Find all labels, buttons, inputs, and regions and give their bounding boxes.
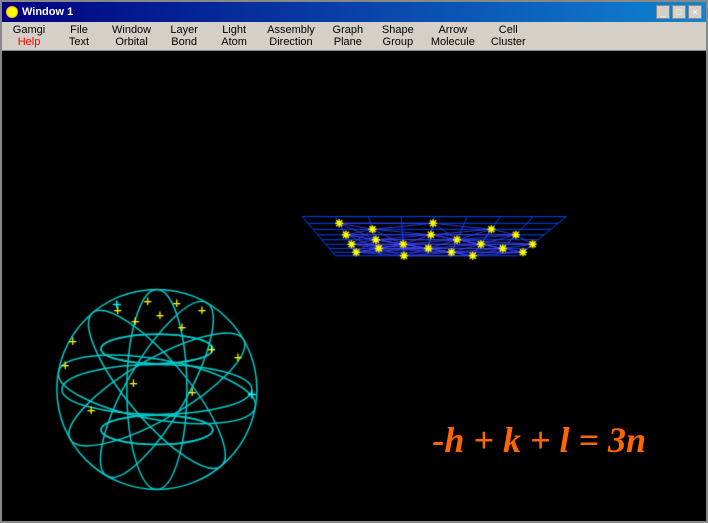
minimize-button[interactable]: _ xyxy=(656,5,670,19)
menu-top-assembly[interactable]: Assembly xyxy=(265,24,317,36)
maximize-button[interactable]: □ xyxy=(672,5,686,19)
close-button[interactable]: × xyxy=(688,5,702,19)
menu-bot-direction[interactable]: Direction xyxy=(267,36,314,48)
menu-top-graph[interactable]: Graph xyxy=(331,24,366,36)
window: Window 1 _ □ × GamgiHelpFileTextWindowOr… xyxy=(0,0,708,523)
window-icon xyxy=(6,6,18,18)
menu-col-3: LayerBond xyxy=(159,23,209,49)
main-content: -h + k + l = 3n xyxy=(2,51,706,521)
menu-bot-bond[interactable]: Bond xyxy=(169,36,199,48)
menu-bar: GamgiHelpFileTextWindowOrbitalLayerBondL… xyxy=(2,22,706,51)
menu-top-window[interactable]: Window xyxy=(110,24,153,36)
title-buttons: _ □ × xyxy=(656,5,702,19)
menu-col-7: ShapeGroup xyxy=(373,23,423,49)
menu-col-5: AssemblyDirection xyxy=(259,23,323,49)
formula-display: -h + k + l = 3n xyxy=(432,419,646,461)
menu-col-6: GraphPlane xyxy=(323,23,373,49)
menu-bot-help[interactable]: Help xyxy=(16,36,43,48)
menu-col-0: GamgiHelp xyxy=(4,23,54,49)
menu-col-8: ArrowMolecule xyxy=(423,23,483,49)
menu-col-1: FileText xyxy=(54,23,104,49)
menu-top-light[interactable]: Light xyxy=(220,24,248,36)
title-bar: Window 1 _ □ × xyxy=(2,2,706,22)
menu-top-arrow[interactable]: Arrow xyxy=(436,24,469,36)
menu-top-layer[interactable]: Layer xyxy=(168,24,200,36)
menu-col-9: CellCluster xyxy=(483,23,534,49)
menu-bot-orbital[interactable]: Orbital xyxy=(113,36,149,48)
menu-bot-cluster[interactable]: Cluster xyxy=(489,36,528,48)
window-title: Window 1 xyxy=(22,6,73,18)
menu-top-gamgi[interactable]: Gamgi xyxy=(11,24,47,36)
menu-col-2: WindowOrbital xyxy=(104,23,159,49)
menu-top-shape[interactable]: Shape xyxy=(380,24,416,36)
menu-bot-plane[interactable]: Plane xyxy=(332,36,364,48)
menu-bot-group[interactable]: Group xyxy=(381,36,416,48)
menu-bot-text[interactable]: Text xyxy=(67,36,91,48)
menu-top-cell[interactable]: Cell xyxy=(497,24,520,36)
menu-col-4: LightAtom xyxy=(209,23,259,49)
menu-top-file[interactable]: File xyxy=(68,24,90,36)
menu-bot-molecule[interactable]: Molecule xyxy=(429,36,477,48)
menu-bot-atom[interactable]: Atom xyxy=(219,36,249,48)
